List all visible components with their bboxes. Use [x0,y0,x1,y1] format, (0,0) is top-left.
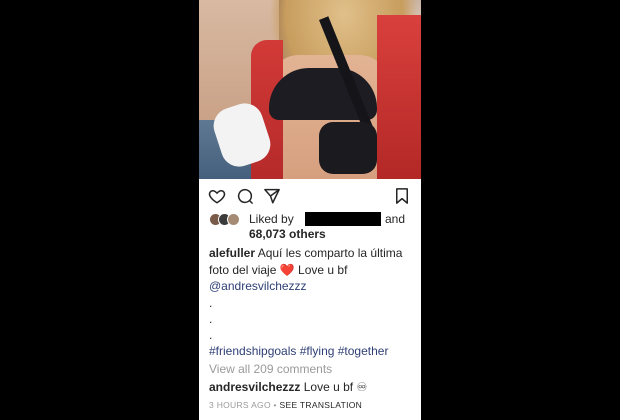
caption-dot: . [209,311,213,326]
caption-mention[interactable]: @andresvilchezzz [209,278,414,295]
instagram-post: Liked by and 68,073 others alefuller Aqu… [199,0,421,420]
action-bar [199,179,421,213]
liked-by-label: Liked by [249,212,294,226]
video-frame: Liked by and 68,073 others alefuller Aqu… [0,0,620,420]
meta-separator: • [273,400,277,410]
post-timestamp: 3 HOURS AGO [209,400,271,410]
avatar [227,213,240,226]
heart-emoji-icon: ❤️ [279,262,295,277]
caption-dot: . [209,327,213,342]
caption-dot: . [209,295,213,310]
liked-and-label: and [385,212,406,226]
liker-avatars [209,213,245,227]
comment-icon[interactable] [236,187,254,205]
post-caption: alefuller Aquí les comparto la última fo… [209,245,414,359]
comment-text: Love u bf [303,380,354,394]
comment-row: andresvilchezzz Love u bf ♾ [209,380,367,394]
caption-username[interactable]: alefuller [209,246,255,260]
caption-text-line2: foto del viaje [209,262,277,277]
heart-icon[interactable] [208,187,226,205]
send-icon[interactable] [263,187,281,205]
view-all-comments-link[interactable]: View all 209 comments [209,362,332,376]
likes-count[interactable]: 68,073 others [249,227,326,241]
post-photo[interactable] [199,0,421,179]
likes-summary[interactable]: Liked by and 68,073 others [209,211,414,243]
caption-text-line1: Aquí les comparto la última [257,246,403,260]
photo-bag [319,122,377,174]
post-meta: 3 HOURS AGO • SEE TRANSLATION [209,400,362,410]
see-translation-link[interactable]: SEE TRANSLATION [280,400,363,410]
caption-text-line2-after: Love u bf [298,262,348,277]
comment-username[interactable]: andresvilchezzz [209,380,300,394]
redacted-username [305,212,381,226]
bookmark-icon[interactable] [393,187,411,205]
caption-hashtags[interactable]: #friendshipgoals #flying #together [209,343,414,360]
infinity-emoji-icon: ♾ [356,380,368,394]
photo-jacket-right [377,15,421,179]
